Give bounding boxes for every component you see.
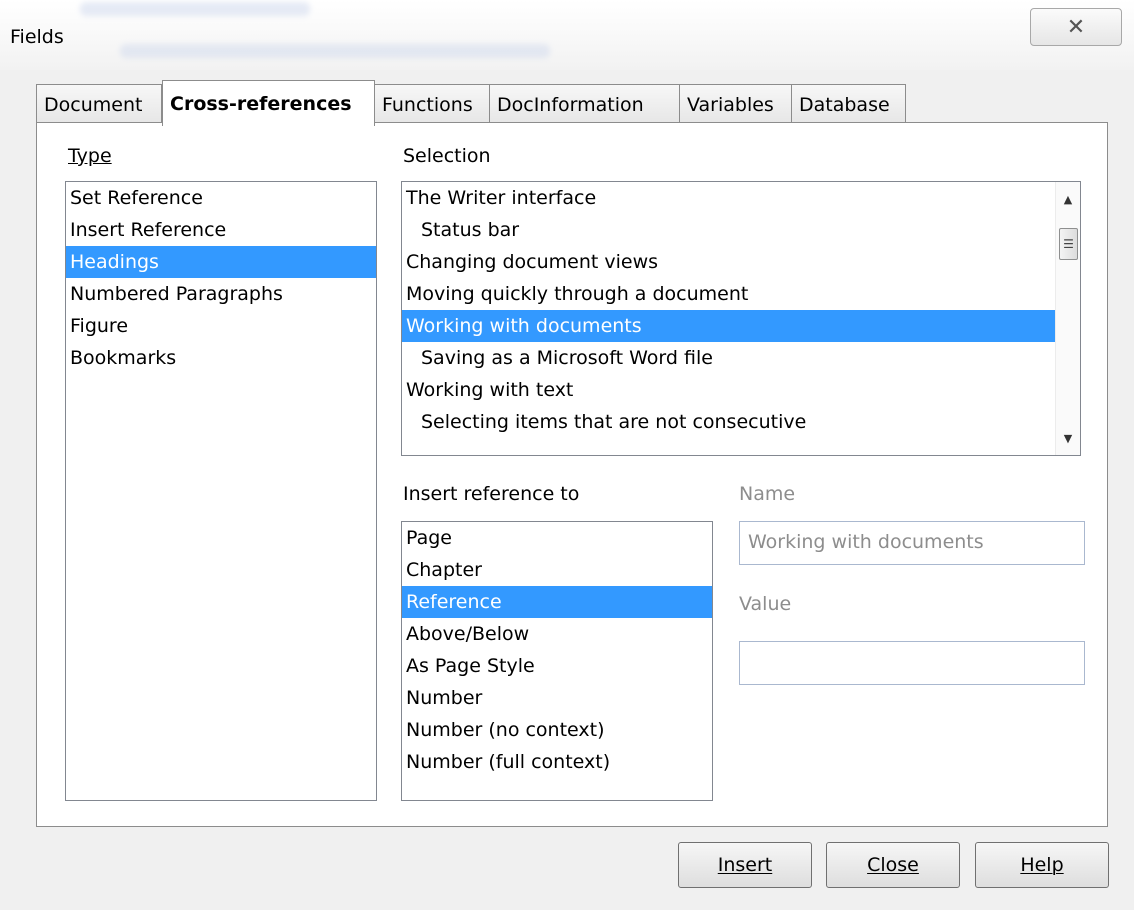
selection-item[interactable]: The Writer interface (402, 182, 1080, 214)
tab-variables[interactable]: Variables (679, 84, 792, 124)
value-label: Value (739, 593, 792, 615)
selection-item[interactable]: Selecting items that are not consecutive (402, 406, 1080, 438)
scroll-thumb[interactable]: ☰ (1059, 228, 1078, 260)
selection-scrollbar[interactable]: ▲ ☰ ▼ (1055, 182, 1080, 455)
selection-item[interactable]: Saving as a Microsoft Word file (402, 342, 1080, 374)
tab-cross-references[interactable]: Cross-references (162, 80, 375, 126)
name-field[interactable]: Working with documents (739, 521, 1085, 565)
close-button[interactable]: Close (826, 842, 960, 888)
help-button-label: Help (1020, 854, 1064, 876)
selection-label: Selection (403, 145, 491, 167)
type-label: Type (68, 145, 112, 167)
tab-docinformation[interactable]: DocInformation (489, 84, 680, 124)
selection-item[interactable]: Changing document views (402, 246, 1080, 278)
insert-ref-item-number[interactable]: Number (402, 682, 712, 714)
selection-item[interactable]: Status bar (402, 214, 1080, 246)
selection-item-selected[interactable]: Working with documents (402, 310, 1056, 342)
type-item-numbered-paragraphs[interactable]: Numbered Paragraphs (66, 278, 376, 310)
type-item-bookmarks[interactable]: Bookmarks (66, 342, 376, 374)
title-bar: Fields ✕ (0, 0, 1134, 70)
type-item-set-reference[interactable]: Set Reference (66, 182, 376, 214)
selection-list[interactable]: The Writer interface Status bar Changing… (401, 181, 1081, 456)
type-label-text: Type (68, 145, 112, 167)
window-title: Fields (10, 26, 64, 48)
insert-reference-list[interactable]: Page Chapter Reference Above/Below As Pa… (401, 521, 713, 801)
close-icon: ✕ (1066, 14, 1086, 40)
insert-ref-item-reference[interactable]: Reference (402, 586, 712, 618)
type-item-figure[interactable]: Figure (66, 310, 376, 342)
value-field[interactable] (739, 641, 1085, 685)
name-label: Name (739, 483, 796, 505)
insert-ref-item-above-below[interactable]: Above/Below (402, 618, 712, 650)
insert-reference-label: Insert reference to (403, 483, 580, 505)
scroll-up-icon[interactable]: ▲ (1056, 188, 1080, 210)
ghost-text-1 (80, 2, 310, 16)
ghost-text-2 (120, 44, 550, 58)
selection-item[interactable]: Moving quickly through a document (402, 278, 1080, 310)
insert-button[interactable]: Insert (678, 842, 812, 888)
type-item-headings[interactable]: Headings (66, 246, 376, 278)
insert-button-label: Insert (717, 854, 773, 876)
cross-references-panel: Type Set Reference Insert Reference Head… (36, 122, 1108, 827)
insert-ref-item-as-page-style[interactable]: As Page Style (402, 650, 712, 682)
close-button-label: Close (867, 854, 919, 876)
tab-database[interactable]: Database (791, 84, 906, 124)
background-window-ghost (80, 0, 680, 64)
tab-document[interactable]: Document (36, 84, 162, 124)
window-close-button[interactable]: ✕ (1030, 8, 1122, 46)
insert-ref-item-number-full-context[interactable]: Number (full context) (402, 746, 712, 778)
insert-ref-item-chapter[interactable]: Chapter (402, 554, 712, 586)
type-list[interactable]: Set Reference Insert Reference Headings … (65, 181, 377, 801)
help-button[interactable]: Help (975, 842, 1109, 888)
selection-item[interactable]: Working with text (402, 374, 1080, 406)
fields-dialog: Fields ✕ Document Cross-references Funct… (0, 0, 1134, 910)
scroll-down-icon[interactable]: ▼ (1056, 427, 1080, 449)
insert-ref-item-number-no-context[interactable]: Number (no context) (402, 714, 712, 746)
insert-ref-item-page[interactable]: Page (402, 522, 712, 554)
type-item-insert-reference[interactable]: Insert Reference (66, 214, 376, 246)
tab-functions[interactable]: Functions (374, 84, 490, 124)
